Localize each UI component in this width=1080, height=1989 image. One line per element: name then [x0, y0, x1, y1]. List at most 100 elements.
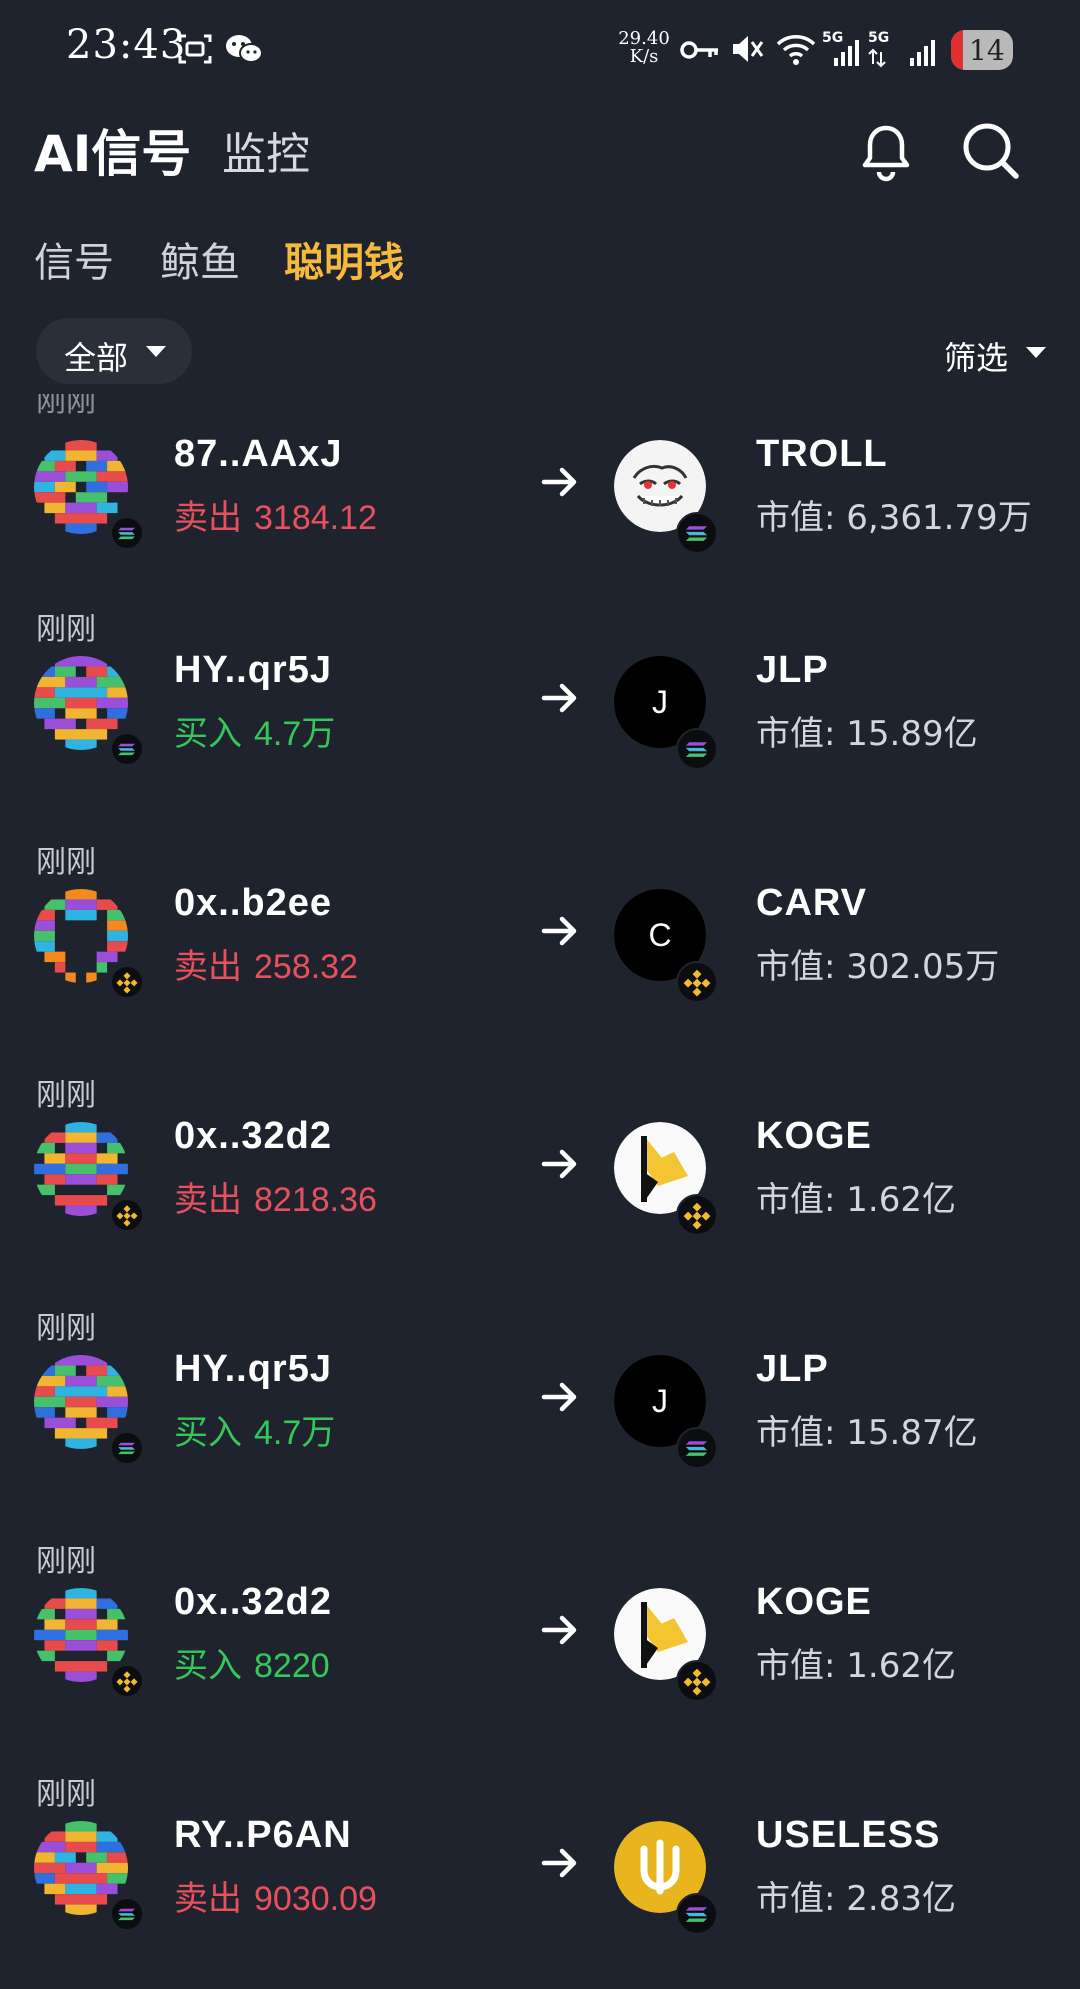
market-cap-value: 1.62亿 [846, 1180, 956, 1220]
trade-action: 卖出 3184.12 [174, 490, 377, 539]
market-cap-value: 1.62亿 [846, 1646, 956, 1686]
wallet-address: HY..qr5J [174, 649, 332, 691]
solana-chain-icon [676, 728, 718, 770]
bell-icon[interactable] [860, 122, 912, 182]
list-item[interactable]: 刚刚 HY..qr5J 买入 4.7万 J JLP [0, 604, 1080, 837]
trade-amount: 3184.12 [254, 499, 377, 537]
wallet-address: 0x..32d2 [174, 1581, 332, 1623]
market-cap-label: 市值: [756, 1646, 836, 1686]
bnb-chain-icon [110, 965, 144, 999]
list-item[interactable]: 刚刚 RY..P6AN 卖出 9030.09 USELESS 市值: 2.83亿 [0, 1769, 1080, 1989]
wallet-avatar-icon [34, 1355, 128, 1449]
bnb-chain-icon [676, 1194, 718, 1236]
token-name: JLP [756, 1348, 829, 1390]
market-cap-label: 市值: [756, 1879, 836, 1919]
arrow-right-icon [541, 916, 577, 946]
mute-icon [733, 36, 764, 62]
trade-side: 买入 [174, 714, 242, 754]
wallet-address: RY..P6AN [174, 1814, 352, 1856]
status-bar: 23:43 29.40 K/s 5G 5G 14 [0, 0, 1080, 100]
trade-amount: 4.7万 [254, 1414, 336, 1452]
market-cap: 市值: 1.62亿 [756, 1172, 956, 1221]
solana-chain-icon [110, 1431, 144, 1465]
time-label: 刚刚 [36, 394, 96, 419]
network-speed-unit: K/s [629, 46, 659, 67]
smart-money-list: 刚刚 87..AAxJ 卖出 3184.12 TROLL 市值: 6,361.7… [0, 394, 1080, 1989]
tab-signal[interactable]: 信号 [34, 230, 114, 288]
bnb-chain-icon [110, 1664, 144, 1698]
wallet-address: 0x..b2ee [174, 882, 332, 924]
battery-indicator: 14 [951, 30, 1013, 70]
network-speed: 29.40 K/s [618, 30, 670, 66]
trade-amount: 4.7万 [254, 715, 336, 753]
trade-side: 卖出 [174, 947, 242, 987]
market-cap-label: 市值: [756, 1180, 836, 1220]
wallet-avatar-icon [34, 889, 128, 983]
wallet-avatar-icon [34, 656, 128, 750]
time-label: 刚刚 [36, 1777, 96, 1812]
bnb-chain-icon [110, 1198, 144, 1232]
screenshot-icon [178, 34, 212, 64]
signal-label-2: 5G [868, 30, 890, 46]
token-name: KOGE [756, 1581, 872, 1623]
list-item[interactable]: 刚刚 HY..qr5J 买入 4.7万 J JLP [0, 1303, 1080, 1536]
chevron-down-icon [1026, 347, 1046, 358]
monitor-tab[interactable]: 监控 [222, 118, 310, 182]
wallet-avatar-icon [34, 1588, 128, 1682]
market-cap: 市值: 6,361.79万 [756, 490, 1032, 539]
market-cap-value: 302.05万 [846, 947, 1000, 987]
time-label: 刚刚 [36, 612, 96, 647]
trade-amount: 9030.09 [254, 1880, 377, 1918]
token-name: KOGE [756, 1115, 872, 1157]
wallet-avatar-icon [34, 1821, 128, 1915]
trade-action: 买入 4.7万 [174, 706, 335, 755]
token-name: JLP [756, 649, 829, 691]
market-cap: 市值: 302.05万 [756, 939, 999, 988]
market-cap-value: 6,361.79万 [846, 498, 1032, 538]
time-label: 刚刚 [36, 845, 96, 880]
time-label: 刚刚 [36, 1078, 96, 1113]
market-cap-value: 2.83亿 [846, 1879, 956, 1919]
wechat-icon [226, 35, 263, 63]
market-cap-label: 市值: [756, 947, 836, 987]
battery-level: 14 [969, 34, 1005, 67]
wallet-avatar-icon [34, 1122, 128, 1216]
signal-icon-1 [834, 40, 859, 66]
arrow-right-icon [541, 1615, 577, 1645]
time-label: 刚刚 [36, 1544, 96, 1579]
filter-bar: 全部 筛选 [0, 318, 1080, 394]
arrow-right-icon [541, 1382, 577, 1412]
list-item[interactable]: 刚刚 0x..32d2 卖出 8218.36 KOGE 市值: 1.62亿 [0, 1070, 1080, 1303]
trade-action: 买入 4.7万 [174, 1405, 335, 1454]
trade-side: 买入 [174, 1413, 242, 1453]
list-item[interactable]: 刚刚 0x..32d2 买入 8220 KOGE 市值: 1.62亿 [0, 1536, 1080, 1769]
list-item[interactable]: 刚刚 0x..b2ee 卖出 258.32 C CARV 市值: 302.05万 [0, 837, 1080, 1070]
trade-amount: 8220 [254, 1647, 330, 1685]
wallet-avatar-icon [34, 440, 128, 534]
app-header: AI信号 监控 [0, 100, 1080, 210]
wifi-icon [776, 35, 816, 65]
market-cap: 市值: 2.83亿 [756, 1871, 956, 1920]
arrow-right-icon [541, 1149, 577, 1179]
page-title: AI信号 [34, 125, 192, 183]
arrow-right-icon [541, 467, 577, 497]
search-icon[interactable] [960, 120, 1022, 182]
tab-smart-money[interactable]: 聪明钱 [284, 230, 404, 288]
time-label: 刚刚 [36, 1311, 96, 1346]
trade-amount: 8218.36 [254, 1181, 377, 1219]
scope-dropdown[interactable]: 全部 [36, 318, 192, 384]
market-cap-label: 市值: [756, 1413, 836, 1453]
token-name: USELESS [756, 1814, 941, 1856]
filter-dropdown-label: 筛选 [944, 339, 1009, 377]
wallet-address: 0x..32d2 [174, 1115, 332, 1157]
solana-chain-icon [110, 732, 144, 766]
arrow-right-icon [541, 1848, 577, 1878]
trade-action: 卖出 9030.09 [174, 1871, 377, 1920]
token-name: CARV [756, 882, 867, 924]
list-item[interactable]: 刚刚 87..AAxJ 卖出 3184.12 TROLL 市值: 6,361.7… [0, 394, 1080, 621]
solana-chain-icon [676, 1893, 718, 1935]
market-cap-value: 15.87亿 [846, 1413, 978, 1453]
tab-whale[interactable]: 鲸鱼 [160, 230, 240, 288]
wallet-address: HY..qr5J [174, 1348, 332, 1390]
status-time: 23:43 [66, 22, 187, 68]
